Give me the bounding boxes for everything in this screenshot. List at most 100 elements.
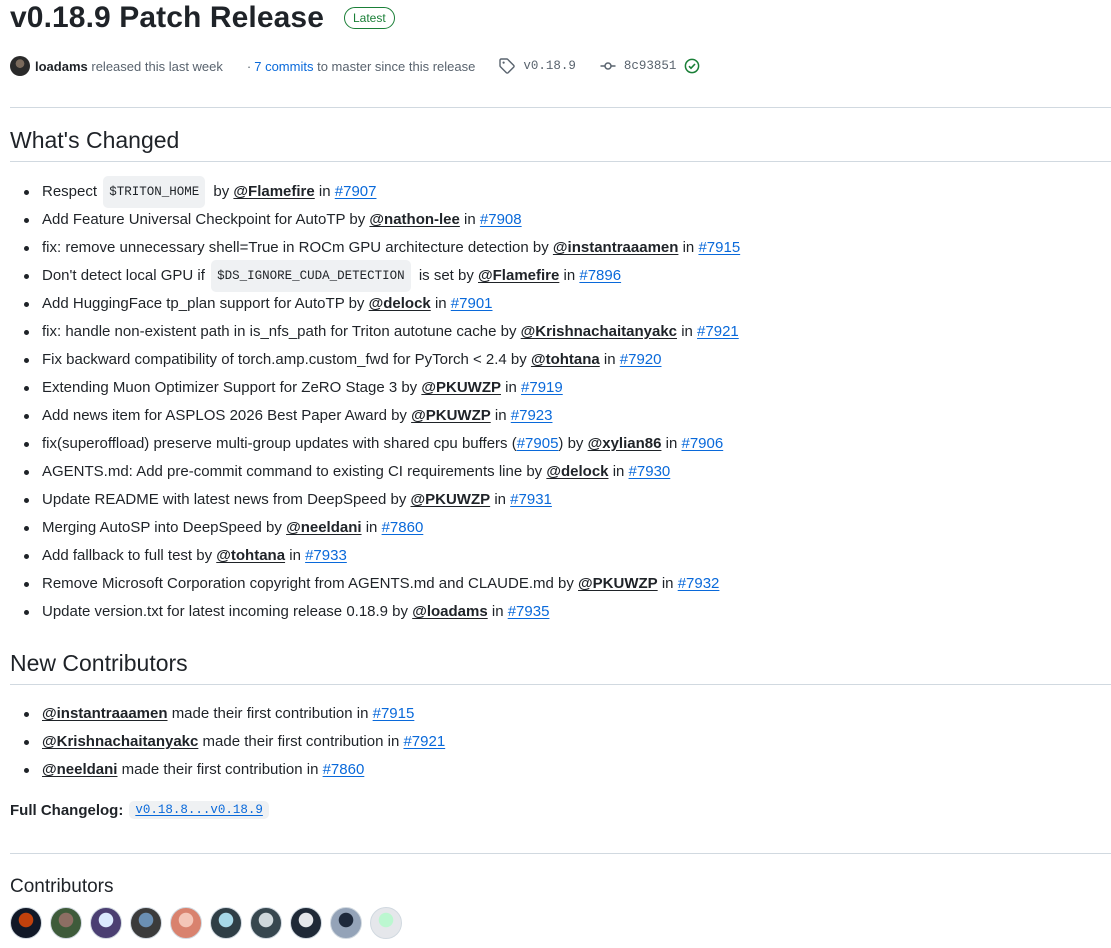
pr-link[interactable]: #7915 bbox=[698, 234, 740, 262]
bullet bbox=[24, 217, 29, 223]
bullet bbox=[24, 301, 29, 307]
bullet bbox=[24, 385, 29, 391]
changelog-range-link[interactable]: v0.18.8...v0.18.9 bbox=[129, 801, 269, 819]
contributor-avatar[interactable] bbox=[10, 907, 42, 939]
item-text: in bbox=[681, 323, 693, 340]
author-avatar[interactable] bbox=[10, 56, 30, 76]
commits-link[interactable]: 7 commits bbox=[254, 59, 313, 74]
user-mention[interactable]: @PKUWZP bbox=[421, 374, 501, 402]
user-mention[interactable]: @delock bbox=[546, 458, 608, 486]
bullet bbox=[24, 497, 29, 503]
contributor-avatar[interactable] bbox=[210, 907, 242, 939]
user-mention[interactable]: @PKUWZP bbox=[578, 570, 658, 598]
user-mention[interactable]: @PKUWZP bbox=[411, 402, 491, 430]
release-title[interactable]: v0.18.9 Patch Release bbox=[10, 1, 324, 35]
pr-link[interactable]: #7919 bbox=[521, 374, 563, 402]
pr-link[interactable]: #7920 bbox=[620, 346, 662, 374]
user-mention[interactable]: @delock bbox=[369, 290, 431, 318]
contributor-avatar[interactable] bbox=[250, 907, 282, 939]
pr-link[interactable]: #7896 bbox=[579, 262, 621, 290]
user-mention[interactable]: @Krishnachaitanyakc bbox=[521, 318, 677, 346]
pr-link[interactable]: #7933 bbox=[305, 542, 347, 570]
pr-link[interactable]: #7931 bbox=[510, 486, 552, 514]
author-link[interactable]: loadams bbox=[35, 59, 88, 74]
item-text: Don't detect local GPU if bbox=[42, 267, 205, 284]
pr-link[interactable]: #7908 bbox=[480, 206, 522, 234]
pr-link[interactable]: #7921 bbox=[403, 728, 445, 756]
new-contributors-list: @instantraaamen made their first contrib… bbox=[24, 700, 445, 784]
user-mention[interactable]: @Flamefire bbox=[233, 178, 314, 206]
item-text: in bbox=[318, 183, 331, 200]
pr-link[interactable]: #7905 bbox=[517, 430, 559, 458]
pr-link[interactable]: #7907 bbox=[335, 178, 377, 206]
pr-link[interactable]: #7860 bbox=[382, 514, 424, 542]
user-mention[interactable]: @Krishnachaitanyakc bbox=[42, 728, 198, 756]
user-mention[interactable]: @PKUWZP bbox=[411, 486, 491, 514]
contributor-avatar[interactable] bbox=[330, 907, 362, 939]
pr-link[interactable]: #7935 bbox=[508, 598, 550, 626]
item-text: made their first contribution in bbox=[171, 705, 369, 722]
changes-list: Respect $TRITON_HOME by @Flamefire in #7… bbox=[24, 176, 740, 626]
contributor-avatar[interactable] bbox=[290, 907, 322, 939]
contributors-heading: Contributors bbox=[10, 876, 114, 897]
item-text: in bbox=[612, 463, 625, 480]
pr-link[interactable]: #7930 bbox=[629, 458, 671, 486]
user-mention[interactable]: @nathon-lee bbox=[369, 206, 459, 234]
bullet bbox=[24, 739, 29, 745]
commit-sha-link[interactable]: 8c93851 bbox=[624, 59, 677, 73]
item-text: Update README with latest news from Deep… bbox=[42, 491, 407, 508]
user-mention[interactable]: @instantraaamen bbox=[42, 700, 168, 728]
divider bbox=[10, 107, 1111, 108]
pr-link[interactable]: #7915 bbox=[373, 700, 415, 728]
pr-link[interactable]: #7932 bbox=[678, 570, 720, 598]
item-text: is set by bbox=[418, 267, 474, 284]
meta-separator: · bbox=[246, 58, 252, 74]
user-mention[interactable]: @xylian86 bbox=[588, 430, 662, 458]
user-mention[interactable]: @neeldani bbox=[42, 756, 117, 784]
item-text: fix(superoffload) preserve multi-group u… bbox=[42, 435, 517, 452]
list-item: Don't detect local GPU if $DS_IGNORE_CUD… bbox=[24, 260, 740, 292]
pr-link[interactable]: #7906 bbox=[681, 430, 723, 458]
list-item: Add news item for ASPLOS 2026 Best Paper… bbox=[24, 402, 740, 430]
commits-suffix: to master since this release bbox=[317, 58, 476, 74]
item-text: fix: handle non-existent path in is_nfs_… bbox=[42, 323, 517, 340]
item-text: Update version.txt for latest incoming r… bbox=[42, 603, 409, 620]
item-text: Fix backward compatibility of torch.amp.… bbox=[42, 351, 527, 368]
contributor-avatar[interactable] bbox=[50, 907, 82, 939]
item-text: ) by bbox=[558, 435, 584, 452]
check-circle-icon[interactable] bbox=[684, 58, 700, 74]
contributor-avatars bbox=[10, 907, 410, 939]
list-item: fix: remove unnecessary shell=True in RO… bbox=[24, 234, 740, 262]
pr-link[interactable]: #7923 bbox=[511, 402, 553, 430]
item-text: in bbox=[491, 603, 504, 620]
list-item: @neeldani made their first contribution … bbox=[24, 756, 445, 784]
user-mention[interactable]: @tohtana bbox=[531, 346, 600, 374]
contributor-avatar[interactable] bbox=[170, 907, 202, 939]
contributor-avatar[interactable] bbox=[90, 907, 122, 939]
item-text: in bbox=[661, 575, 674, 592]
pr-link[interactable]: #7921 bbox=[697, 318, 739, 346]
user-mention[interactable]: @loadams bbox=[412, 598, 487, 626]
user-mention[interactable]: @neeldani bbox=[286, 514, 361, 542]
contributor-avatar[interactable] bbox=[130, 907, 162, 939]
released-text: released this last week bbox=[91, 58, 223, 74]
tag-icon bbox=[499, 58, 516, 74]
list-item: Update version.txt for latest incoming r… bbox=[24, 598, 740, 626]
git-commit-icon bbox=[600, 58, 616, 74]
item-text: Respect bbox=[42, 183, 98, 200]
pr-link[interactable]: #7901 bbox=[451, 290, 493, 318]
pr-link[interactable]: #7860 bbox=[323, 756, 365, 784]
user-mention[interactable]: @tohtana bbox=[216, 542, 285, 570]
tag-link[interactable]: v0.18.9 bbox=[523, 59, 576, 73]
user-mention[interactable]: @Flamefire bbox=[478, 262, 559, 290]
list-item: @instantraaamen made their first contrib… bbox=[24, 700, 445, 728]
list-item: Remove Microsoft Corporation copyright f… bbox=[24, 570, 740, 598]
bullet bbox=[24, 329, 29, 335]
list-item: Respect $TRITON_HOME by @Flamefire in #7… bbox=[24, 176, 740, 208]
bullet bbox=[24, 273, 29, 279]
list-item: Add HuggingFace tp_plan support for Auto… bbox=[24, 290, 740, 318]
user-mention[interactable]: @instantraaamen bbox=[553, 234, 679, 262]
item-text: AGENTS.md: Add pre-commit command to exi… bbox=[42, 463, 543, 480]
item-text: made their first contribution in bbox=[202, 733, 400, 750]
contributor-avatar[interactable] bbox=[370, 907, 402, 939]
